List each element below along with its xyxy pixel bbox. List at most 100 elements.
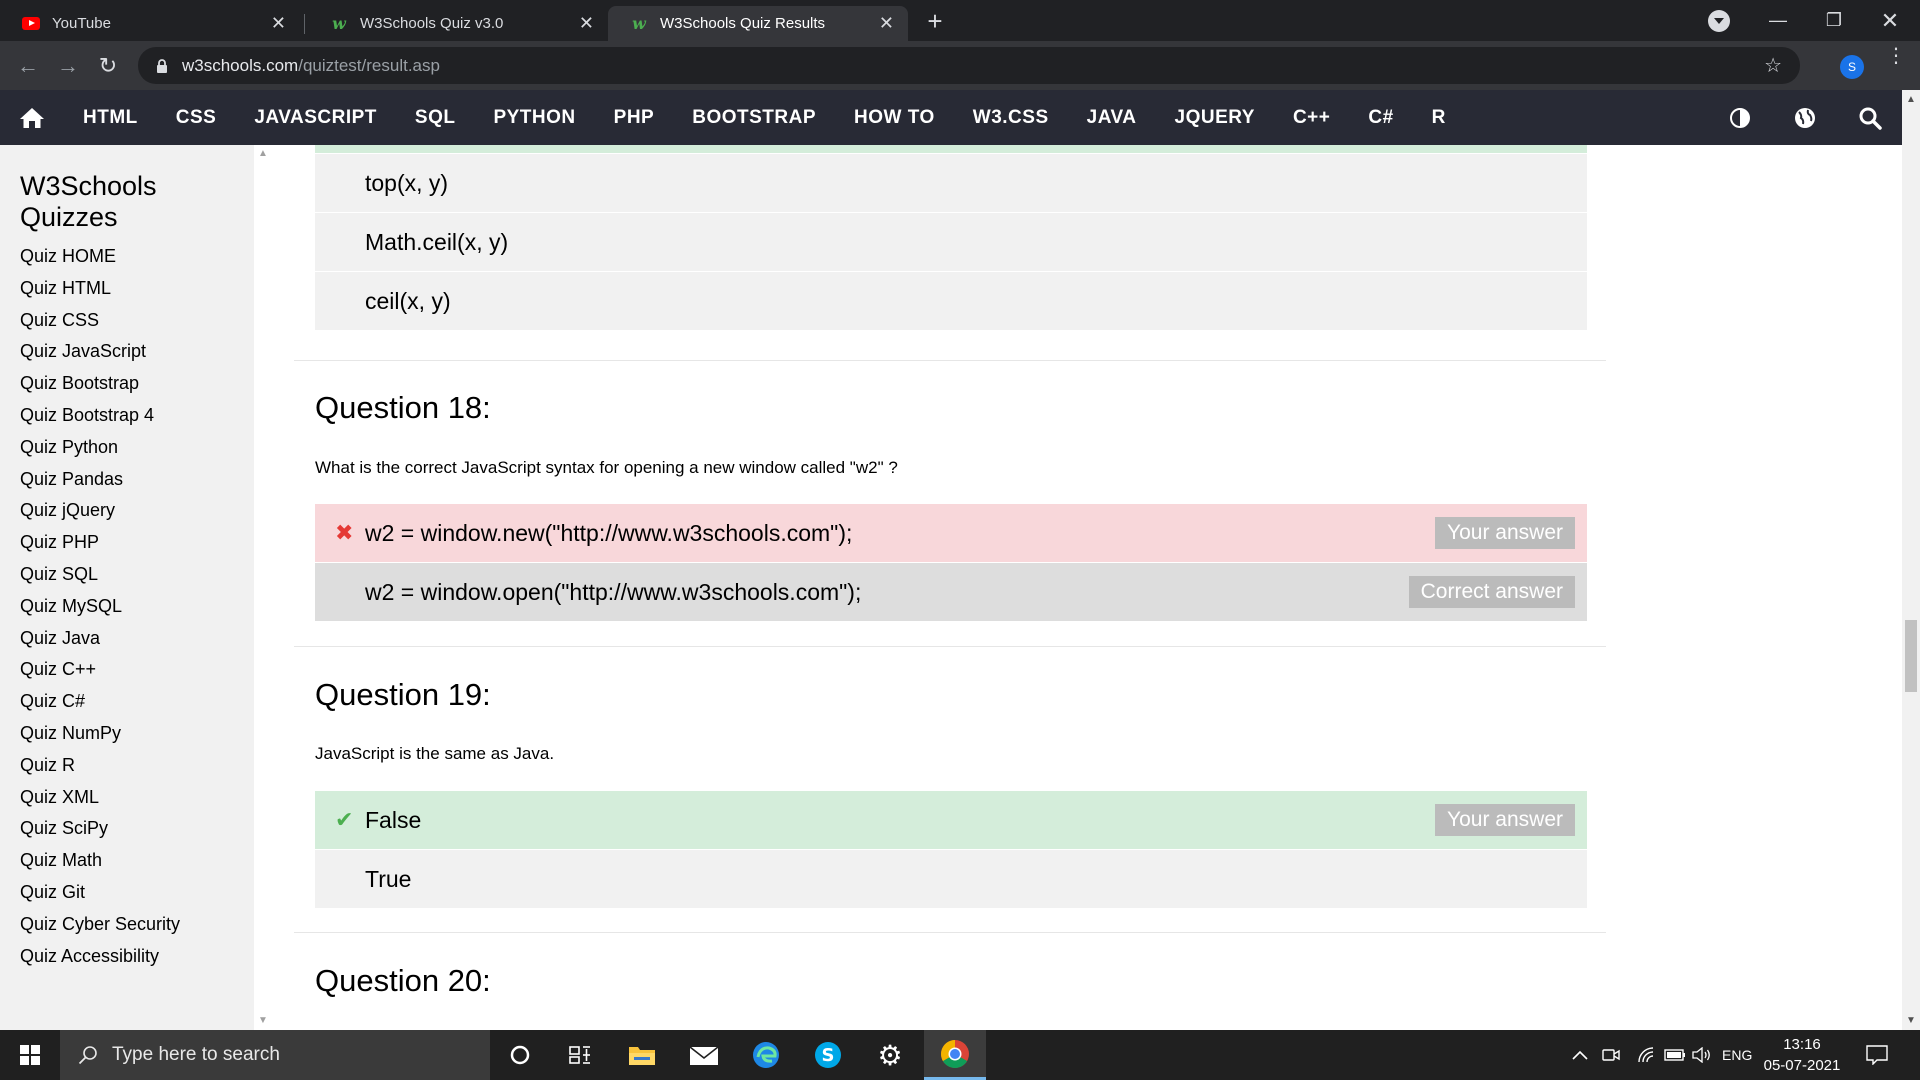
file-explorer-icon[interactable]	[612, 1030, 672, 1080]
tab-search-icon[interactable]	[1708, 10, 1730, 32]
nav-cpp[interactable]: C++	[1274, 90, 1349, 145]
taskbar-search-box[interactable]: Type here to search	[60, 1030, 490, 1080]
correct-answer-badge: Correct answer	[1408, 576, 1575, 608]
minimize-icon[interactable]: —	[1750, 0, 1806, 41]
skype-icon[interactable]: S	[798, 1030, 858, 1080]
tab-youtube[interactable]: YouTube ✕	[0, 6, 300, 41]
clock-date: 05-07-2021	[1763, 1057, 1841, 1074]
sidebar-item-quiz-home[interactable]: Quiz HOME	[0, 241, 254, 273]
chrome-icon[interactable]	[924, 1030, 986, 1080]
sidebar-item-quiz-xml[interactable]: Quiz XML	[0, 782, 254, 814]
bookmark-star-icon[interactable]: ☆	[1764, 53, 1782, 78]
your-answer-badge: Your answer	[1435, 804, 1575, 836]
close-window-icon[interactable]: ✕	[1862, 0, 1918, 41]
answer-option-wrong: ✖ w2 = window.new("http://www.w3schools.…	[315, 504, 1587, 562]
sidebar-item-quiz-git[interactable]: Quiz Git	[0, 877, 254, 909]
globe-icon[interactable]	[1772, 106, 1837, 130]
sidebar-item-quiz-php[interactable]: Quiz PHP	[0, 527, 254, 559]
search-icon[interactable]	[1837, 106, 1902, 130]
sidebar-item-quiz-csharp[interactable]: Quiz C#	[0, 686, 254, 718]
sidebar-item-quiz-scipy[interactable]: Quiz SciPy	[0, 813, 254, 845]
close-tab-icon[interactable]: ✕	[879, 13, 894, 34]
nav-w3css[interactable]: W3.CSS	[954, 90, 1068, 145]
taskbar-search-placeholder: Type here to search	[112, 1044, 280, 1065]
nav-python[interactable]: PYTHON	[474, 90, 594, 145]
nav-php[interactable]: PHP	[595, 90, 674, 145]
nav-html[interactable]: HTML	[64, 90, 157, 145]
language-indicator[interactable]: ENG	[1722, 1030, 1752, 1080]
sidebar-item-quiz-jquery[interactable]: Quiz jQuery	[0, 495, 254, 527]
contrast-icon[interactable]	[1707, 107, 1772, 129]
reload-icon[interactable]: ↻	[92, 50, 124, 82]
divider	[294, 932, 1606, 933]
sidebar-item-quiz-pandas[interactable]: Quiz Pandas	[0, 464, 254, 496]
nav-jquery[interactable]: JQUERY	[1156, 90, 1274, 145]
mail-icon[interactable]	[674, 1030, 734, 1080]
sidebar-item-quiz-java[interactable]: Quiz Java	[0, 623, 254, 655]
sidebar-item-quiz-bootstrap-4[interactable]: Quiz Bootstrap 4	[0, 400, 254, 432]
home-icon[interactable]	[0, 90, 64, 145]
windows-taskbar: Type here to search S ⚙ ENG 13:16 05-07-…	[0, 1030, 1920, 1080]
tab-quiz-results[interactable]: w W3Schools Quiz Results ✕	[608, 6, 908, 41]
task-view-icon[interactable]	[550, 1030, 610, 1080]
back-icon[interactable]: ←	[12, 50, 44, 82]
sidebar-item-quiz-numpy[interactable]: Quiz NumPy	[0, 718, 254, 750]
sidebar-item-quiz-mysql[interactable]: Quiz MySQL	[0, 591, 254, 623]
sidebar-item-quiz-math[interactable]: Quiz Math	[0, 845, 254, 877]
windows-start-icon[interactable]	[0, 1030, 60, 1080]
sidebar-item-quiz-bootstrap[interactable]: Quiz Bootstrap	[0, 368, 254, 400]
new-tab-button[interactable]: +	[920, 6, 950, 36]
nav-java[interactable]: JAVA	[1068, 90, 1156, 145]
battery-icon[interactable]	[1664, 1030, 1686, 1080]
tab-title: W3Schools Quiz v3.0	[360, 15, 504, 32]
close-tab-icon[interactable]: ✕	[271, 13, 286, 34]
nav-csharp[interactable]: C#	[1349, 90, 1412, 145]
nav-r[interactable]: R	[1413, 90, 1465, 145]
scrollbar-thumb[interactable]	[1905, 620, 1917, 692]
edge-icon[interactable]	[736, 1030, 796, 1080]
sidebar-item-quiz-cpp[interactable]: Quiz C++	[0, 654, 254, 686]
checkmark-icon: ✔	[335, 807, 354, 832]
nav-bootstrap[interactable]: BOOTSTRAP	[673, 90, 835, 145]
page-scrollbar[interactable]: ▲ ▼	[1902, 90, 1920, 1030]
sidebar-item-quiz-accessibility[interactable]: Quiz Accessibility	[0, 941, 254, 973]
volume-icon[interactable]	[1692, 1030, 1712, 1080]
restore-icon[interactable]: ❐	[1806, 0, 1862, 41]
notifications-icon[interactable]	[1866, 1030, 1888, 1080]
scroll-down-icon[interactable]: ▼	[1906, 1015, 1916, 1026]
w3schools-icon: w	[632, 14, 646, 33]
taskbar-clock[interactable]: 13:16 05-07-2021	[1754, 1034, 1850, 1076]
browser-menu-icon[interactable]: ⋮	[1886, 46, 1906, 66]
tab-quiz[interactable]: w W3Schools Quiz v3.0 ✕	[308, 6, 608, 41]
option-text: Math.ceil(x, y)	[365, 228, 509, 255]
sidebar-item-quiz-cyber-security[interactable]: Quiz Cyber Security	[0, 909, 254, 941]
option-text: True	[365, 865, 412, 892]
meet-now-icon[interactable]	[1602, 1030, 1620, 1080]
show-hidden-icons-chevron[interactable]	[1572, 1030, 1588, 1080]
sidebar-item-quiz-sql[interactable]: Quiz SQL	[0, 559, 254, 591]
sidebar-item-quiz-javascript[interactable]: Quiz JavaScript	[0, 336, 254, 368]
option-text: w2 = window.new("http://www.w3schools.co…	[365, 519, 853, 546]
url-host: w3schools.com	[182, 55, 299, 75]
profile-avatar[interactable]: S	[1840, 55, 1864, 79]
nav-sql[interactable]: SQL	[396, 90, 475, 145]
nav-how-to[interactable]: HOW TO	[835, 90, 954, 145]
svg-text:S: S	[822, 1045, 835, 1066]
sidebar-title: W3Schools Quizzes	[20, 171, 157, 232]
nav-css[interactable]: CSS	[157, 90, 236, 145]
url-path: /quiztest/result.asp	[298, 55, 440, 75]
scroll-up-icon[interactable]: ▲	[1906, 94, 1916, 105]
nav-javascript[interactable]: JAVASCRIPT	[235, 90, 396, 145]
sidebar-item-quiz-python[interactable]: Quiz Python	[0, 432, 254, 464]
wifi-icon[interactable]	[1638, 1030, 1656, 1080]
settings-gear-icon[interactable]: ⚙	[860, 1030, 920, 1080]
url-field[interactable]: w3schools.com/quiztest/result.asp ☆	[138, 47, 1800, 84]
close-tab-icon[interactable]: ✕	[579, 13, 594, 34]
search-icon	[78, 1046, 97, 1065]
sidebar-item-quiz-css[interactable]: Quiz CSS	[0, 305, 254, 337]
sidebar-item-quiz-html[interactable]: Quiz HTML	[0, 273, 254, 305]
your-answer-badge: Your answer	[1435, 517, 1575, 549]
forward-icon[interactable]: →	[52, 50, 84, 82]
sidebar-item-quiz-r[interactable]: Quiz R	[0, 750, 254, 782]
cortana-icon[interactable]	[490, 1030, 550, 1080]
